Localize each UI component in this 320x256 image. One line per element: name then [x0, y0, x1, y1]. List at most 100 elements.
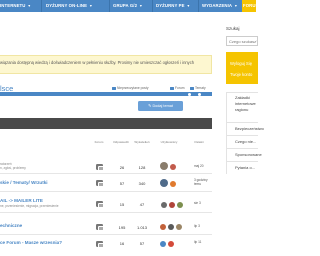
sidebar-link-sponsored[interactable]: Sponsorowane: [226, 148, 262, 161]
row-divider: [0, 173, 212, 174]
avatar[interactable]: [169, 202, 175, 208]
sidebar-link-label: Bezpieczeństwo: [235, 126, 264, 131]
avatar[interactable]: [160, 162, 168, 170]
sidebar-link-questions[interactable]: Pytania o...: [226, 161, 258, 174]
sidebar-link-label: Pytania o...: [235, 165, 256, 170]
nav-divider: [152, 0, 153, 12]
col-header-activity[interactable]: Ostatni: [190, 140, 208, 145]
last-activity[interactable]: maj 20: [194, 164, 204, 169]
unread-posts-link[interactable]: Nieprzeczytane posty: [112, 86, 149, 90]
replies-count: 15: [119, 202, 125, 207]
last-activity[interactable]: sie 3: [194, 201, 201, 206]
promo-line-2[interactable]: Twoje konto: [230, 72, 252, 77]
row-divider: [0, 191, 212, 192]
nav-item-dyzurny-pe[interactable]: DYŻURNY PE ▼: [156, 0, 190, 12]
sidebar-link-label: Sponsorowane: [235, 152, 262, 157]
search-label: Szukaj: [226, 26, 240, 31]
nav-item-wydarzenia[interactable]: WYDARZENIA ▼: [202, 0, 238, 12]
top-navigation: INTERNETU ▼ DYŻURNY ON-LINE ▼ GRUPA G/2 ▼ D…: [0, 0, 260, 12]
row-divider: [0, 212, 212, 213]
avatar[interactable]: [168, 224, 174, 230]
account-promo-box[interactable]: Wyloguj Się Twoje konto: [226, 52, 258, 84]
views-count: 57: [139, 241, 145, 246]
sidebar-link-label: Czego nie...: [235, 139, 257, 144]
category-bar: [0, 92, 212, 96]
search-input[interactable]: [229, 38, 257, 45]
avatar[interactable]: [160, 179, 168, 187]
avatar[interactable]: [170, 164, 176, 170]
row-title[interactable]: ce Forum - Masze wrzesnia?: [0, 240, 62, 245]
nav-label: WYDARZENIA: [202, 3, 233, 8]
forum-notice-banner: wiązania dostępną wiedzą i doświadczenie…: [0, 55, 212, 74]
chevron-down-icon: ▼: [186, 4, 191, 8]
sidebar-link-label: Zakładki internetowe ragionu: [235, 95, 256, 112]
search-field[interactable]: [226, 36, 258, 46]
sidebar-link-security[interactable]: Bezpieczeństwo: [226, 122, 264, 135]
row-tags: n, zgłoś, problemy: [0, 166, 26, 170]
last-activity[interactable]: lip 3: [194, 224, 200, 229]
nav-item-internetu[interactable]: INTERNETU ▼: [0, 0, 31, 12]
views-count: 1.013: [136, 225, 147, 230]
notice-text: wiązania dostępną wiedzą i doświadczenie…: [0, 60, 195, 65]
col-header-replies[interactable]: Odpowiedzi: [112, 140, 130, 145]
new-topic-button[interactable]: ✎Dodaj temat: [138, 101, 183, 111]
meta-label: Nieprzeczytane posty: [117, 86, 149, 90]
views-count: 47: [139, 202, 145, 207]
sidebar-link-bookmarks[interactable]: Zakładki internetowe ragionu: [226, 92, 258, 122]
col-header-users[interactable]: Użytkownicy: [156, 140, 182, 145]
pencil-icon: ✎: [148, 103, 152, 108]
nav-item-grupa[interactable]: GRUPA G/2 ▼: [113, 0, 143, 12]
avatar[interactable]: [177, 202, 183, 208]
avatar[interactable]: [168, 241, 174, 247]
topics-link[interactable]: Tematy: [190, 86, 206, 90]
views-count: 340: [138, 181, 146, 186]
nav-divider: [198, 0, 199, 12]
replies-count: 195: [118, 225, 126, 230]
avatar[interactable]: [160, 224, 166, 230]
avatar[interactable]: [160, 241, 166, 247]
nav-label: DYŻURNY ON-LINE: [46, 3, 88, 8]
forum-bubble-icon[interactable]: [96, 164, 104, 171]
row-title[interactable]: echniczne: [0, 223, 22, 228]
row-tags: ne, przeniesienie, migracja, przeniesien…: [0, 204, 59, 208]
replies-count: 26: [119, 165, 125, 170]
forum-bubble-icon[interactable]: [96, 201, 104, 208]
forum-bubble-icon[interactable]: [96, 224, 104, 231]
nav-item-dyzurny-online[interactable]: DYŻURNY ON-LINE ▼: [46, 0, 93, 12]
last-activity[interactable]: 3 godziny temu: [194, 178, 208, 186]
forum-bubble-icon[interactable]: [96, 241, 104, 248]
new-topic-label: Dodaj temat: [152, 104, 173, 108]
nav-label: INTERNETU: [0, 3, 26, 8]
nav-item-forum[interactable]: FORUM: [242, 0, 260, 12]
last-activity[interactable]: lip 11: [194, 240, 201, 245]
sidebar-link-misc[interactable]: Czego nie...: [226, 135, 258, 148]
row-divider: [0, 234, 212, 235]
avatar[interactable]: [170, 181, 176, 187]
dot-icon: [188, 92, 191, 96]
avatar[interactable]: [161, 202, 167, 208]
forum-bubble-icon[interactable]: [96, 180, 104, 187]
nav-label: GRUPA G/2: [113, 3, 138, 8]
nav-label: FORUM: [243, 3, 260, 8]
col-header-views[interactable]: Wyświetleń: [131, 140, 153, 145]
toolbar-bar: [0, 118, 212, 129]
meta-label: Tematy: [195, 86, 206, 90]
forum-link[interactable]: Forum: [170, 86, 185, 90]
bubble-icon: [190, 86, 194, 90]
row-title[interactable]: AIL -> MAILER LITE: [0, 198, 43, 203]
nav-divider: [109, 0, 110, 12]
replies-count: 57: [119, 181, 125, 186]
chevron-down-icon: ▼: [27, 4, 32, 8]
promo-line-1[interactable]: Wyloguj Się: [230, 61, 252, 66]
chevron-down-icon: ▼: [234, 4, 238, 8]
nav-divider: [41, 0, 42, 12]
bubble-icon: [170, 86, 174, 90]
meta-label: Forum: [175, 86, 185, 90]
bubble-icon: [112, 86, 116, 90]
col-header-forum[interactable]: Forum: [92, 140, 106, 145]
avatar[interactable]: [176, 224, 182, 230]
chevron-down-icon: ▼: [139, 4, 143, 8]
row-title[interactable]: skie / Tematy/ Wrzutki: [0, 180, 48, 185]
nav-label: DYŻURNY PE: [156, 3, 185, 8]
replies-count: 16: [119, 241, 125, 246]
